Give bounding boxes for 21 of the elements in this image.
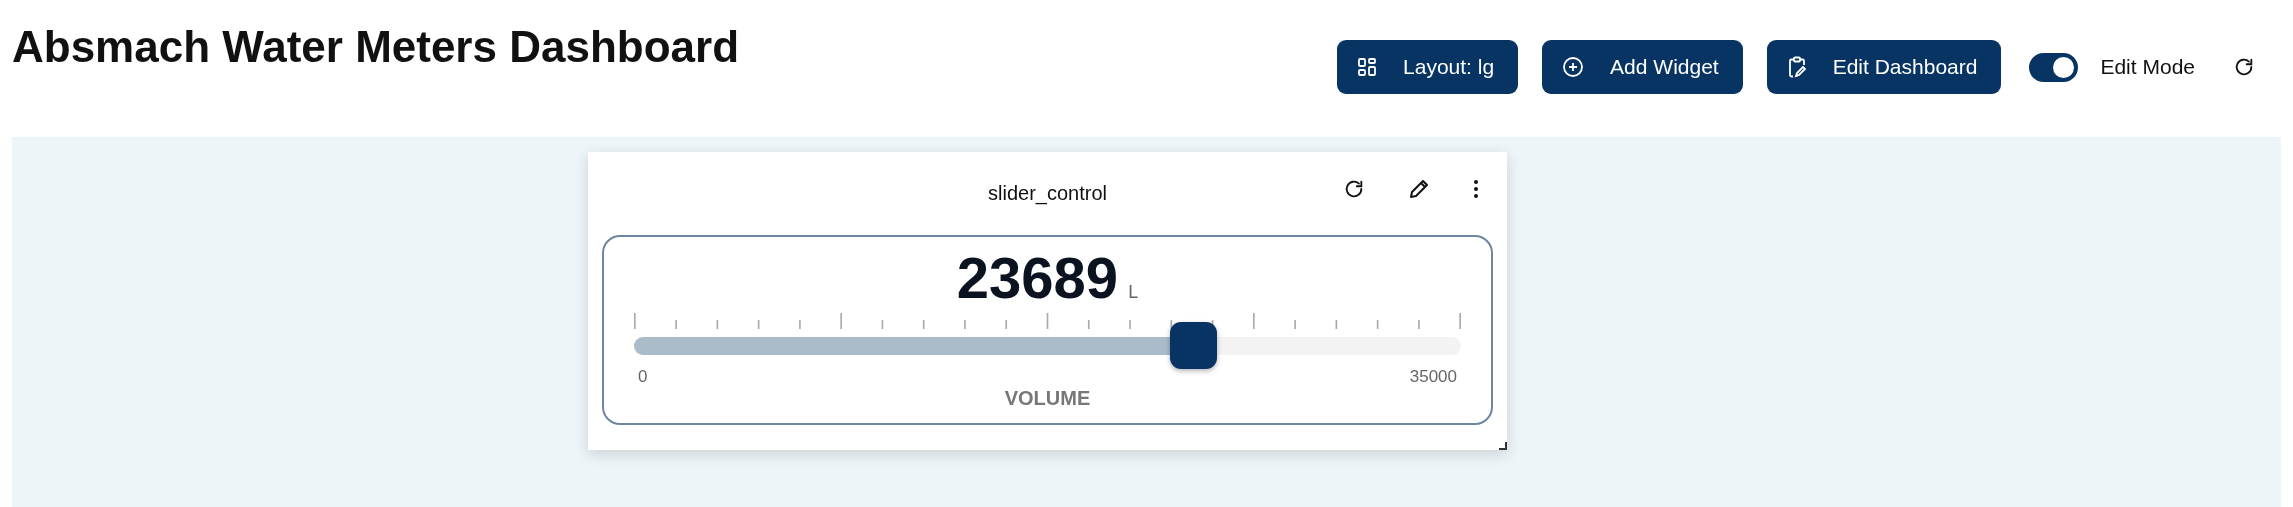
slider-value: 23689 [956, 249, 1119, 307]
refresh-icon[interactable] [2233, 56, 2255, 78]
max-label: 35000 [1409, 367, 1457, 387]
min-label: 0 [638, 367, 648, 387]
refresh-icon[interactable] [1343, 178, 1365, 200]
widget-title: slider_control [988, 182, 1107, 205]
clipboard-pen-icon [1786, 56, 1807, 78]
toolbar-button[interactable]: Add Widget [1542, 40, 1743, 94]
more-icon[interactable] [1473, 179, 1479, 199]
plus-circle-icon [1562, 56, 1585, 78]
grid-icon [1357, 57, 1378, 77]
resize-handle-icon[interactable] [1499, 442, 1507, 450]
toolbar-button[interactable]: Layout: lg [1337, 40, 1519, 94]
dashboard-title: Absmach Water Meters Dashboard [12, 22, 739, 72]
pencil-icon[interactable] [1407, 177, 1431, 201]
toolbar-button[interactable]: Edit Dashboard [1766, 40, 2002, 94]
unit-label: L [1128, 282, 1139, 303]
edit-mode-toggle[interactable] [2029, 52, 2079, 82]
slider-thumb[interactable] [1169, 322, 1217, 369]
edit-mode-label: Edit Mode [2100, 55, 2195, 79]
slider-label: VOLUME [1004, 387, 1091, 410]
